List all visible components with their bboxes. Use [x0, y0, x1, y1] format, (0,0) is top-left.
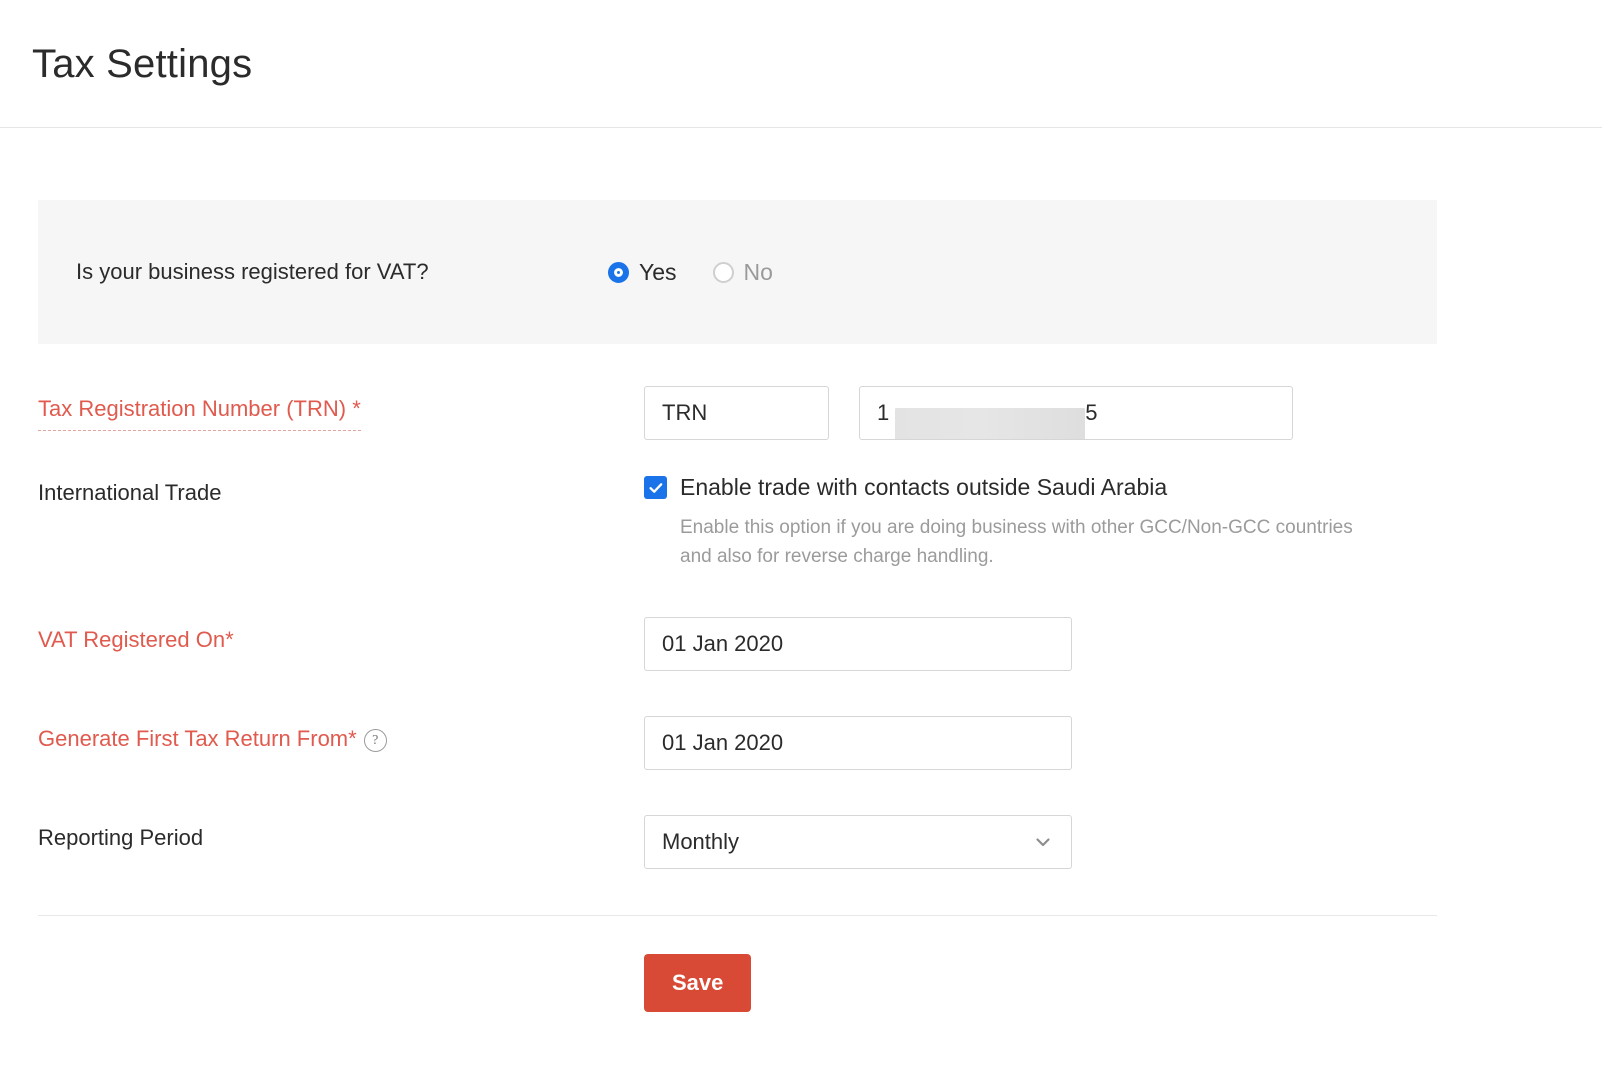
settings-content: Is your business registered for VAT? Yes…	[0, 200, 1602, 1012]
radio-label-yes: Yes	[639, 259, 677, 286]
radio-unselected-icon	[713, 262, 734, 283]
vat-registered-on-input[interactable]: 01 Jan 2020	[644, 617, 1072, 671]
enable-trade-help-text: Enable this option if you are doing busi…	[680, 513, 1370, 572]
trn-number-input[interactable]: 15	[859, 386, 1293, 440]
international-trade-field: Enable trade with contacts outside Saudi…	[644, 470, 1370, 572]
radio-label-no: No	[744, 259, 773, 286]
footer-actions: Save	[38, 916, 1437, 1012]
enable-trade-checkbox-row[interactable]: Enable trade with contacts outside Saudi…	[644, 474, 1370, 501]
trn-number-value: 15	[877, 400, 1098, 426]
vat-registered-on-field: 01 Jan 2020	[644, 617, 1072, 671]
trn-fields: TRN 15	[644, 386, 1293, 440]
form-row-international-trade: International Trade Enable trade with co…	[38, 470, 1437, 572]
reporting-period-select[interactable]: Monthly	[644, 815, 1072, 869]
form-row-first-tax-return: Generate First Tax Return From*? 01 Jan …	[38, 716, 1437, 770]
vat-registered-on-value: 01 Jan 2020	[662, 631, 783, 657]
trn-prefix-input[interactable]: TRN	[644, 386, 829, 440]
first-tax-return-label: Generate First Tax Return From*?	[38, 716, 644, 753]
form-row-trn: Tax Registration Number (TRN) * TRN 15	[38, 386, 1437, 440]
reporting-period-field: Monthly	[644, 815, 1072, 869]
radio-option-no[interactable]: No	[713, 259, 773, 286]
first-tax-return-label-text: Generate First Tax Return From*	[38, 726, 357, 751]
trn-prefix-value: TRN	[662, 400, 707, 426]
trn-label-text: Tax Registration Number (TRN) *	[38, 396, 361, 431]
trn-label: Tax Registration Number (TRN) *	[38, 386, 644, 431]
international-trade-label: International Trade	[38, 470, 644, 506]
tax-settings-form: Tax Registration Number (TRN) * TRN 15 I…	[38, 386, 1437, 869]
checkbox-checked-icon[interactable]	[644, 476, 667, 499]
vat-question-label: Is your business registered for VAT?	[38, 259, 608, 285]
first-tax-return-field: 01 Jan 2020	[644, 716, 1072, 770]
reporting-period-value: Monthly	[662, 829, 739, 855]
vat-registration-panel: Is your business registered for VAT? Yes…	[38, 200, 1437, 344]
save-button[interactable]: Save	[644, 954, 751, 1012]
redaction-overlay	[895, 408, 1085, 440]
page-title: Tax Settings	[32, 44, 252, 84]
page-header: Tax Settings	[0, 0, 1602, 128]
vat-registered-on-label: VAT Registered On*	[38, 617, 644, 653]
radio-option-yes[interactable]: Yes	[608, 259, 677, 286]
vat-registered-radio-group[interactable]: Yes No	[608, 259, 773, 286]
first-tax-return-value: 01 Jan 2020	[662, 730, 783, 756]
trn-number-visible-suffix: 5	[1085, 400, 1097, 425]
help-icon[interactable]: ?	[364, 729, 387, 752]
first-tax-return-input[interactable]: 01 Jan 2020	[644, 716, 1072, 770]
radio-selected-icon	[608, 262, 629, 283]
reporting-period-label: Reporting Period	[38, 815, 644, 851]
enable-trade-checkbox-label: Enable trade with contacts outside Saudi…	[680, 474, 1167, 501]
trn-number-visible-prefix: 1	[877, 400, 889, 425]
form-row-reporting-period: Reporting Period Monthly	[38, 815, 1437, 869]
form-row-vat-registered-on: VAT Registered On* 01 Jan 2020	[38, 617, 1437, 671]
chevron-down-icon	[1032, 831, 1054, 853]
